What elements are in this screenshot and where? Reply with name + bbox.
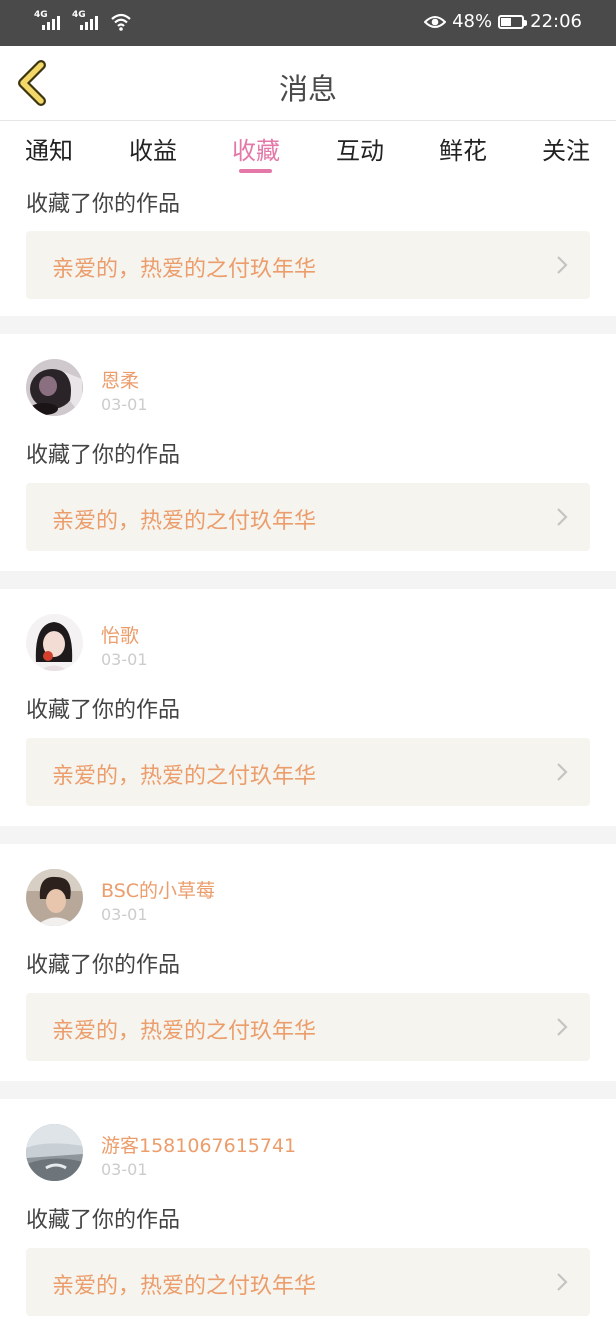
- message-date: 03-01: [101, 395, 148, 414]
- user-name[interactable]: 游客1581067615741: [101, 1131, 296, 1158]
- user-name[interactable]: BSC的小草莓: [101, 876, 215, 903]
- work-title: 亲爱的，热爱的之付玖年华: [52, 1274, 317, 1299]
- chevron-right-icon: [557, 1018, 568, 1036]
- user-name[interactable]: 怡歌: [101, 621, 139, 648]
- message-card: 游客1581067615741 03-01 收藏了你的作品 亲爱的，热爱的之付玖…: [0, 1099, 616, 1336]
- wifi-icon: [111, 13, 131, 31]
- signal-icon: 4G: [34, 10, 64, 32]
- work-title: 亲爱的，热爱的之付玖年华: [52, 257, 317, 282]
- tab-bar: 通知 收益 收藏 互动 鲜花 关注: [0, 121, 616, 179]
- tab-following[interactable]: 关注: [531, 131, 601, 166]
- message-card: 恩柔 03-01 收藏了你的作品 亲爱的，热爱的之付玖年华: [0, 334, 616, 571]
- active-tab-indicator: [239, 169, 272, 173]
- clock: 22:06: [530, 11, 582, 32]
- tab-flowers[interactable]: 鲜花: [428, 131, 498, 166]
- avatar[interactable]: [26, 1124, 83, 1181]
- status-right: 48% 22:06: [424, 11, 582, 32]
- tab-earnings[interactable]: 收益: [118, 131, 188, 166]
- tab-notifications[interactable]: 通知: [14, 131, 84, 166]
- message-list: 收藏了你的作品 亲爱的，热爱的之付玖年华 恩柔 03-01 收藏了你的作品 亲爱…: [0, 179, 616, 1336]
- battery-fill: [501, 17, 511, 26]
- work-title: 亲爱的，热爱的之付玖年华: [52, 509, 317, 534]
- message-card: BSC的小草莓 03-01 收藏了你的作品 亲爱的，热爱的之付玖年华: [0, 844, 616, 1081]
- chevron-right-icon: [557, 256, 568, 274]
- work-link[interactable]: 亲爱的，热爱的之付玖年华: [26, 231, 590, 299]
- tab-favorites[interactable]: 收藏: [221, 131, 291, 166]
- chevron-right-icon: [557, 763, 568, 781]
- message-date: 03-01: [101, 1160, 148, 1179]
- chevron-right-icon: [557, 508, 568, 526]
- work-title: 亲爱的，热爱的之付玖年华: [52, 764, 317, 789]
- work-link[interactable]: 亲爱的，热爱的之付玖年华: [26, 738, 590, 806]
- message-card: 收藏了你的作品 亲爱的，热爱的之付玖年华: [0, 179, 616, 316]
- eye-comfort-icon: [424, 15, 447, 28]
- page-title: 消息: [278, 72, 337, 106]
- tab-interactions[interactable]: 互动: [325, 131, 395, 166]
- message-action: 收藏了你的作品: [26, 443, 181, 468]
- work-link[interactable]: 亲爱的，热爱的之付玖年华: [26, 993, 590, 1061]
- chevron-right-icon: [557, 1273, 568, 1291]
- battery-percent: 48%: [452, 11, 493, 32]
- user-name[interactable]: 恩柔: [101, 366, 139, 393]
- message-card: 怡歌 03-01 收藏了你的作品 亲爱的，热爱的之付玖年华: [0, 589, 616, 826]
- status-bar: 4G 4G 48% 22:06: [0, 0, 616, 46]
- work-title: 亲爱的，热爱的之付玖年华: [52, 1019, 317, 1044]
- avatar[interactable]: [26, 869, 83, 926]
- work-link[interactable]: 亲爱的，热爱的之付玖年华: [26, 483, 590, 551]
- message-action: 收藏了你的作品: [26, 1208, 181, 1233]
- status-left: 4G 4G: [34, 10, 132, 32]
- message-date: 03-01: [101, 650, 148, 669]
- avatar[interactable]: [26, 359, 83, 416]
- avatar[interactable]: [26, 614, 83, 671]
- message-action: 收藏了你的作品: [26, 192, 181, 217]
- battery-icon: [498, 14, 528, 29]
- message-action: 收藏了你的作品: [26, 698, 181, 723]
- work-link[interactable]: 亲爱的，热爱的之付玖年华: [26, 1248, 590, 1316]
- message-action: 收藏了你的作品: [26, 953, 181, 978]
- message-date: 03-01: [101, 905, 148, 924]
- header-bar: 消息: [0, 46, 616, 121]
- signal-icon-2: 4G: [72, 10, 102, 32]
